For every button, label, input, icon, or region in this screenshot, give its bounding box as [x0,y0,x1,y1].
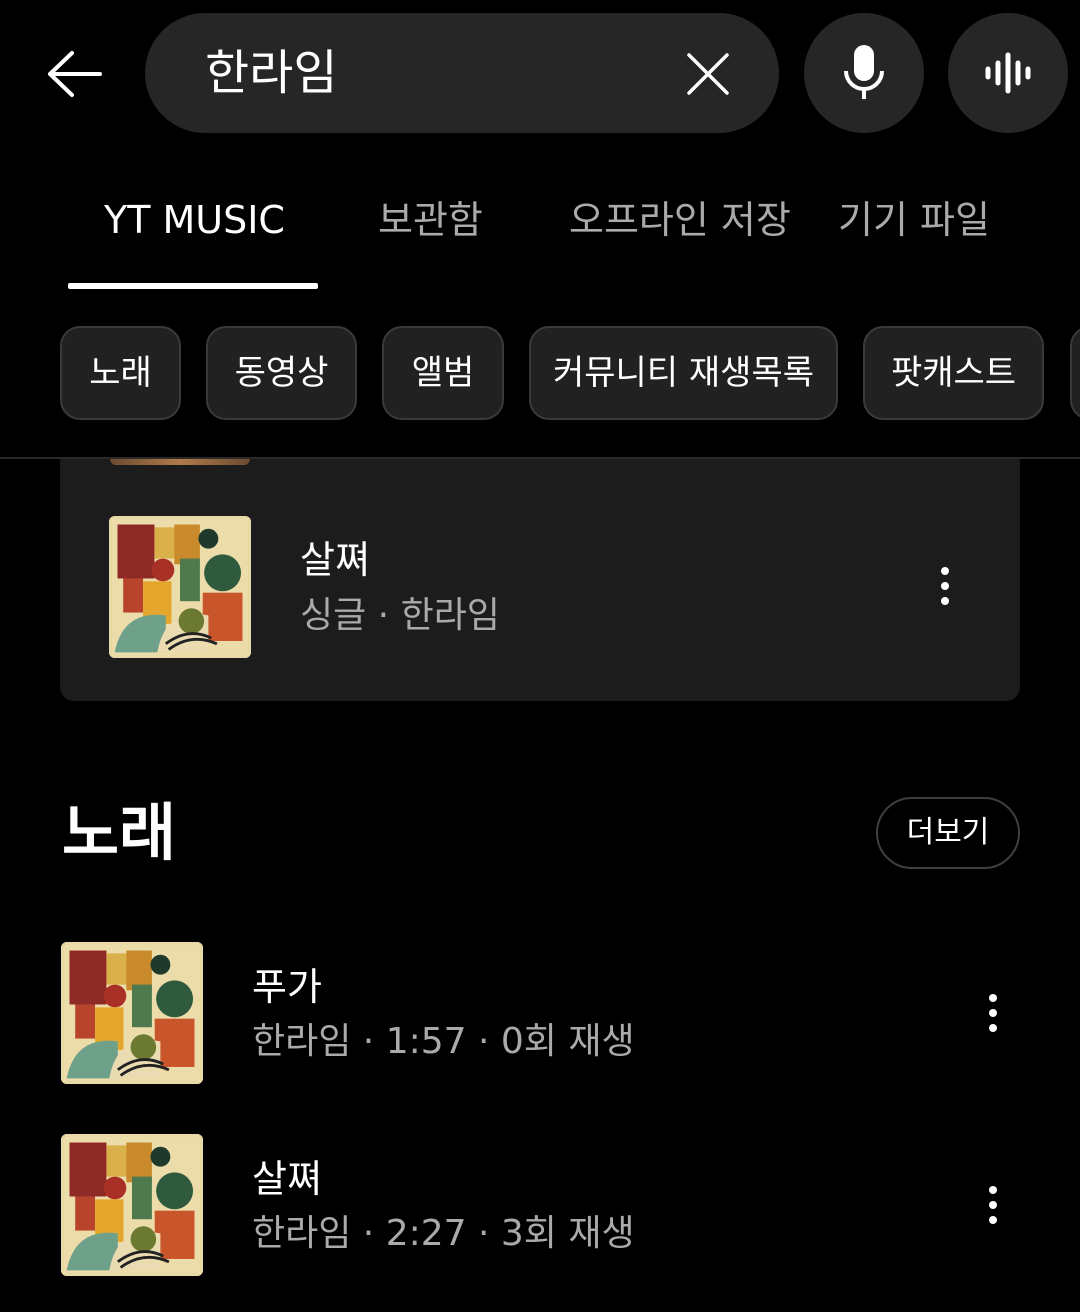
more-options-button[interactable] [963,1165,1023,1245]
chip-videos[interactable]: 동영상 [206,326,357,420]
top-result-subtitle: 싱글 · 한라임 [300,595,500,636]
previous-item-thumbnail [110,459,250,465]
chip-albums[interactable]: 앨범 [382,326,504,420]
see-more-button[interactable]: 더보기 [876,797,1020,869]
more-options-button[interactable] [963,973,1023,1053]
search-bar[interactable]: 한라임 [145,13,779,133]
more-vert-icon [989,1186,997,1194]
tab-downloads[interactable]: 오프라인 저장 [569,190,791,250]
microphone-icon [844,45,884,99]
top-result-card: 살쪄 싱글 · 한라임 [60,459,1020,701]
arrow-left-icon [48,51,102,97]
tab-device-files[interactable]: 기기 파일 [838,190,990,250]
top-result-title: 살쪄 [300,538,370,582]
voice-search-button[interactable] [804,13,924,133]
tab-yt-music[interactable]: YT MUSIC [104,190,285,250]
album-art-image [109,516,251,658]
more-vert-icon [989,994,997,1002]
chip-podcasts[interactable]: 팟캐스트 [863,326,1044,420]
section-title: 노래 [62,796,177,869]
search-input[interactable]: 한라임 [205,43,337,103]
chip-songs[interactable]: 노래 [60,326,181,420]
back-button[interactable] [36,36,112,112]
chip-community-playlists[interactable]: 커뮤니티 재생목록 [529,326,838,420]
sound-search-icon [985,52,1031,94]
song-subtitle: 한라임 · 2:27 · 3회 재생 [252,1213,635,1254]
song-recognition-button[interactable] [948,13,1068,133]
more-options-button[interactable] [915,546,975,626]
clear-search-button[interactable] [682,48,734,100]
close-icon [687,53,729,95]
chip-overflow[interactable] [1070,326,1080,420]
album-art[interactable] [61,1134,203,1276]
more-vert-icon [941,567,949,575]
tab-library[interactable]: 보관함 [378,190,483,250]
album-art-image [61,1134,203,1276]
song-title: 푸가 [252,965,322,1009]
album-art[interactable] [61,942,203,1084]
song-title: 살쪄 [252,1157,322,1201]
active-tab-indicator [68,283,318,289]
album-art[interactable] [109,516,251,658]
album-art-image [61,942,203,1084]
song-subtitle: 한라임 · 1:57 · 0회 재생 [252,1021,635,1062]
